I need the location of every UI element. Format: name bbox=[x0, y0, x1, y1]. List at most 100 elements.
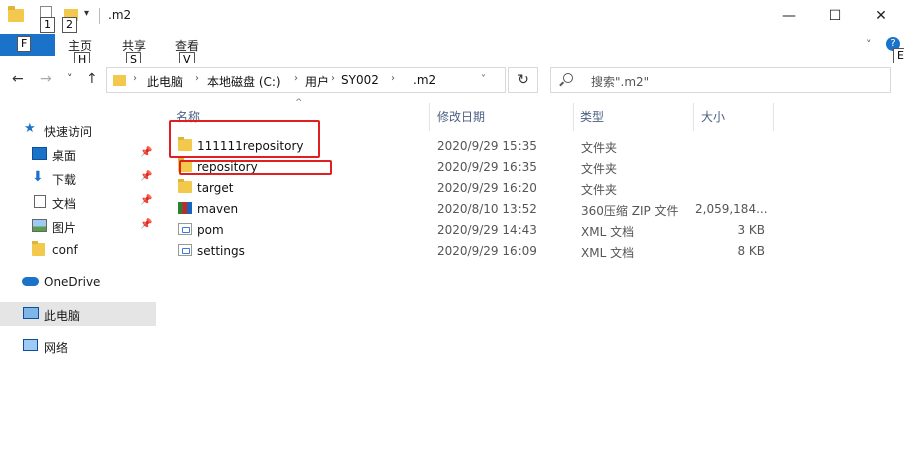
nav-item-this-pc[interactable]: 此电脑 bbox=[0, 302, 156, 326]
onedrive-icon bbox=[22, 277, 39, 286]
forward-button[interactable]: → bbox=[40, 71, 52, 87]
nav-label: 快速访问 bbox=[44, 125, 93, 139]
nav-label: 下载 bbox=[52, 173, 77, 187]
file-date: 2020/8/10 13:52 bbox=[437, 202, 537, 216]
column-header-type[interactable]: 类型 bbox=[580, 108, 604, 130]
file-row-pom[interactable]: pom 2020/9/29 14:43 XML 文档 3 KB bbox=[173, 219, 773, 240]
keytip-1: 1 bbox=[40, 17, 55, 33]
documents-icon bbox=[34, 195, 46, 208]
address-row: ← → ˅ ↑ › 此电脑 › 本地磁盘 (C:) › 用户 › SY002 ›… bbox=[0, 63, 904, 97]
nav-item-documents[interactable]: 文档 📌 bbox=[0, 190, 156, 214]
pin-icon[interactable]: 📌 bbox=[140, 171, 152, 182]
pin-icon[interactable]: 📌 bbox=[140, 195, 152, 206]
nav-item-conf[interactable]: conf bbox=[0, 238, 156, 262]
nav-item-quick-access[interactable]: ★ 快速访问 bbox=[0, 118, 156, 142]
customize-quick-access-icon[interactable]: ▾ bbox=[84, 8, 89, 19]
file-type: XML 文档 bbox=[581, 246, 635, 260]
breadcrumb-users[interactable]: 用户 bbox=[305, 73, 329, 90]
back-button[interactable]: ← bbox=[12, 71, 24, 87]
file-name: maven bbox=[197, 202, 239, 216]
nav-label: 此电脑 bbox=[44, 309, 81, 323]
recent-locations-button[interactable]: ˅ bbox=[67, 72, 73, 85]
nav-item-pictures[interactable]: 图片 📌 bbox=[0, 214, 156, 238]
file-date: 2020/9/29 15:35 bbox=[437, 139, 537, 153]
breadcrumb-m2[interactable]: .m2 bbox=[413, 73, 436, 87]
address-bar[interactable]: › 此电脑 › 本地磁盘 (C:) › 用户 › SY002 › .m2 ˅ bbox=[106, 67, 506, 93]
file-name: pom bbox=[197, 223, 224, 237]
keytip-expand: E bbox=[893, 48, 904, 64]
refresh-button[interactable]: ↻ bbox=[508, 67, 538, 93]
ribbon-tabs: F 主页 H 共享 S 查看 V ˅ ? E bbox=[0, 33, 904, 68]
nav-label: conf bbox=[52, 243, 78, 257]
keytip-2: 2 bbox=[62, 17, 77, 33]
file-date: 2020/9/29 16:20 bbox=[437, 181, 537, 195]
divider bbox=[99, 8, 100, 24]
crumb-separator: › bbox=[391, 73, 395, 84]
sort-ascending-icon: ^ bbox=[295, 98, 303, 108]
download-icon: ⬇ bbox=[32, 169, 44, 185]
file-name: settings bbox=[197, 244, 245, 258]
column-header-date[interactable]: 修改日期 bbox=[437, 108, 485, 130]
nav-label: OneDrive bbox=[44, 275, 101, 289]
folder-icon bbox=[8, 6, 24, 22]
file-date: 2020/9/29 16:09 bbox=[437, 244, 537, 258]
address-dropdown-icon[interactable]: ˅ bbox=[481, 74, 486, 85]
file-size: 8 KB bbox=[737, 244, 765, 258]
pin-icon[interactable]: 📌 bbox=[140, 219, 152, 230]
pictures-icon bbox=[32, 219, 47, 232]
file-type: 文件夹 bbox=[581, 183, 618, 197]
annotation-box bbox=[179, 160, 332, 175]
column-divider[interactable] bbox=[429, 103, 430, 131]
up-button[interactable]: ↑ bbox=[86, 71, 98, 87]
breadcrumb-this-pc[interactable]: 此电脑 bbox=[147, 73, 183, 90]
title-bar: 1 2 ▾ .m2 — ☐ ✕ bbox=[0, 0, 904, 33]
desktop-icon bbox=[32, 147, 47, 160]
keytip-file: F bbox=[17, 36, 32, 52]
folder-icon bbox=[32, 241, 45, 256]
file-row-target[interactable]: target 2020/9/29 16:20 文件夹 bbox=[173, 177, 773, 198]
crumb-separator: › bbox=[331, 73, 335, 84]
file-date: 2020/9/29 14:43 bbox=[437, 223, 537, 237]
breadcrumb-sy002[interactable]: SY002 bbox=[341, 73, 379, 87]
file-size: 3 KB bbox=[737, 223, 765, 237]
pin-icon[interactable]: 📌 bbox=[140, 147, 152, 158]
file-size: 2,059,184... bbox=[695, 202, 768, 216]
maximize-button[interactable]: ☐ bbox=[812, 0, 858, 32]
crumb-separator: › bbox=[195, 73, 199, 84]
star-icon: ★ bbox=[24, 121, 36, 136]
file-date: 2020/9/29 16:35 bbox=[437, 160, 537, 174]
column-divider[interactable] bbox=[573, 103, 574, 131]
network-icon bbox=[23, 339, 38, 351]
nav-item-onedrive[interactable]: OneDrive bbox=[0, 270, 156, 294]
zip-archive-icon bbox=[178, 202, 192, 214]
nav-item-downloads[interactable]: ⬇ 下载 📌 bbox=[0, 166, 156, 190]
nav-label: 图片 bbox=[52, 221, 77, 235]
annotation-box bbox=[169, 120, 320, 158]
file-type: XML 文档 bbox=[581, 225, 635, 239]
expand-ribbon-icon[interactable]: ˅ bbox=[866, 38, 872, 51]
nav-item-desktop[interactable]: 桌面 📌 bbox=[0, 142, 156, 166]
column-divider[interactable] bbox=[693, 103, 694, 131]
file-row-maven[interactable]: maven 2020/8/10 13:52 360压缩 ZIP 文件 2,059… bbox=[173, 198, 773, 219]
search-placeholder: 搜索".m2" bbox=[591, 75, 650, 89]
file-type: 文件夹 bbox=[581, 141, 618, 155]
crumb-separator: › bbox=[294, 73, 298, 84]
file-row-settings[interactable]: settings 2020/9/29 16:09 XML 文档 8 KB bbox=[173, 240, 773, 261]
nav-label: 文档 bbox=[52, 197, 77, 211]
minimize-button[interactable]: — bbox=[766, 0, 812, 32]
nav-item-network[interactable]: 网络 bbox=[0, 334, 156, 358]
file-type: 文件夹 bbox=[581, 162, 618, 176]
folder-icon bbox=[113, 75, 126, 86]
nav-label: 网络 bbox=[44, 341, 69, 355]
search-input[interactable]: 搜索".m2" bbox=[550, 67, 891, 93]
file-list: ^ 名称 修改日期 类型 大小 111111repository 2020/9/… bbox=[165, 98, 904, 469]
close-button[interactable]: ✕ bbox=[858, 0, 904, 32]
folder-icon bbox=[178, 179, 192, 193]
column-header-size[interactable]: 大小 bbox=[701, 108, 725, 130]
nav-label: 桌面 bbox=[52, 149, 77, 163]
explorer-window: 1 2 ▾ .m2 — ☐ ✕ F 主页 H 共享 S 查看 V ˅ ? E ←… bbox=[0, 0, 904, 469]
search-icon bbox=[563, 73, 573, 83]
breadcrumb-local-disk[interactable]: 本地磁盘 (C:) bbox=[207, 73, 281, 90]
column-divider[interactable] bbox=[773, 103, 774, 131]
xml-document-icon bbox=[178, 244, 192, 256]
